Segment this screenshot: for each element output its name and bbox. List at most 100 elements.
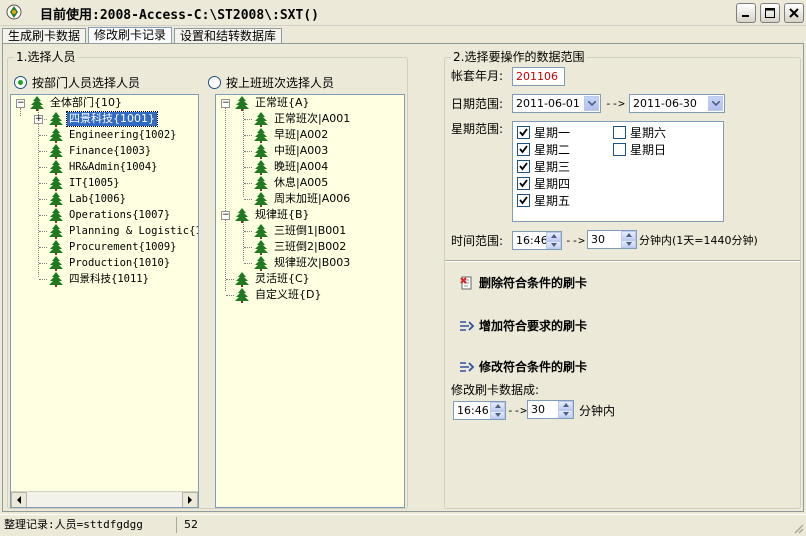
spin-down-button[interactable] (558, 409, 573, 418)
tree-node-shift[interactable]: 三班倒2|B002 (252, 239, 348, 255)
add-action-label: 增加符合要求的刷卡 (479, 319, 588, 333)
tab-settings-database[interactable]: 设置和结转数据库 (174, 28, 283, 44)
date-from-dropdown-button[interactable] (584, 96, 599, 111)
checkbox-thursday[interactable]: 星期四 (517, 175, 570, 192)
collapse-icon[interactable]: − (221, 211, 230, 220)
checkbox-sunday[interactable]: 星期日 (613, 141, 666, 158)
tree-node-shift-group[interactable]: 正常班{A} (233, 95, 312, 111)
tree-node-label: 晚班|A004 (274, 160, 329, 173)
expand-icon[interactable]: + (34, 115, 43, 124)
modify-record-icon (460, 361, 475, 372)
tree-node-shift-group[interactable]: 规律班{B} (233, 207, 312, 223)
tree-node-shift[interactable]: 早班|A002 (252, 127, 330, 143)
tree-node-icon (49, 192, 63, 207)
minutes-spinner[interactable]: 30 (587, 230, 637, 249)
checkbox-checked-icon (517, 126, 530, 139)
minutes-value: 30 (591, 233, 605, 246)
department-tree[interactable]: − 全体部门{10} + 四景科技{1001} Engineering{1002… (10, 94, 199, 508)
tree-node-dept[interactable]: Finance{1003} (47, 143, 153, 159)
tree-node-dept[interactable]: 四景科技{1001} (47, 111, 158, 127)
tree-node-shift[interactable]: 正常班次|A001 (252, 111, 352, 127)
spin-up-button[interactable] (621, 231, 636, 240)
checkbox-label: 星期五 (534, 194, 571, 208)
tree-node-shift[interactable]: 中班|A003 (252, 143, 330, 159)
status-divider (176, 517, 177, 533)
status-message: 整理记录:人员=sttdfgdgg (4, 518, 143, 531)
weekday-checklist[interactable]: 星期一 星期二 星期三 星期四 星期五 星期六 星期日 (512, 121, 724, 222)
minimize-button[interactable] (736, 3, 756, 23)
tree-node-shift[interactable]: 周末加班|A006 (252, 191, 352, 207)
tree-node-label: Production{1010} (69, 257, 171, 269)
chevron-down-icon (587, 101, 596, 106)
checkbox-saturday[interactable]: 星期六 (613, 124, 666, 141)
horizontal-scrollbar[interactable] (11, 491, 198, 507)
arrow-down-icon (562, 411, 569, 416)
scroll-right-button[interactable] (182, 492, 198, 507)
tree-node-icon (254, 192, 268, 207)
checkbox-friday[interactable]: 星期五 (517, 192, 570, 209)
checkbox-checked-icon (517, 177, 530, 190)
modify-time-arrow: --> (507, 404, 527, 417)
tab-generate-swipe-data[interactable]: 生成刷卡数据 (2, 28, 87, 44)
close-button[interactable] (784, 3, 804, 23)
tree-node-icon (235, 288, 249, 303)
time-start-spinner[interactable]: 16:46 (512, 231, 562, 250)
collapse-icon[interactable]: − (221, 99, 230, 108)
collapse-icon[interactable]: − (16, 99, 25, 108)
tree-node-dept[interactable]: Operations{1007} (47, 207, 172, 223)
tree-node-icon (49, 272, 63, 287)
tab-modify-swipe-records[interactable]: 修改刷卡记录 (88, 27, 173, 44)
resize-grip-icon[interactable] (792, 522, 804, 534)
tree-node-shift-group[interactable]: 自定义班{D} (233, 287, 323, 303)
tree-node-shift-group[interactable]: 灵活班{C} (233, 271, 312, 287)
tree-node-icon (49, 144, 63, 159)
modify-minutes-value: 30 (531, 403, 545, 416)
add-matching-swipes-button[interactable]: 增加符合要求的刷卡 (459, 317, 587, 334)
tree-node-shift[interactable]: 休息|A005 (252, 175, 330, 191)
tree-node-label: 灵活班{C} (255, 272, 310, 285)
spinner-buttons[interactable] (490, 402, 505, 419)
tree-node-dept[interactable]: Lab{1006} (47, 191, 128, 207)
delete-matching-swipes-button[interactable]: 删除符合条件的刷卡 (459, 274, 587, 291)
tree-node-dept[interactable]: Procurement{1009} (47, 239, 178, 255)
spinner-buttons[interactable] (621, 231, 636, 248)
checkbox-wednesday[interactable]: 星期三 (517, 158, 570, 175)
checkbox-tuesday[interactable]: 星期二 (517, 141, 570, 158)
checkbox-monday[interactable]: 星期一 (517, 124, 570, 141)
minimize-icon (742, 15, 749, 17)
tree-node-dept[interactable]: Production{1010} (47, 255, 172, 271)
checkbox-label: 星期六 (630, 126, 667, 140)
tree-node-label: 正常班次|A001 (274, 112, 351, 125)
tree-node-dept[interactable]: IT{1005} (47, 175, 122, 191)
account-month-label: 帐套年月: (451, 69, 504, 83)
spin-up-button[interactable] (558, 401, 573, 410)
date-to-picker[interactable]: 2011-06-30 (629, 94, 725, 113)
tree-node-shift[interactable]: 三班倒1|B001 (252, 223, 348, 239)
spin-down-button[interactable] (546, 240, 561, 249)
spin-down-button[interactable] (621, 239, 636, 248)
modify-time-spinner[interactable]: 16:46 (453, 401, 506, 420)
spinner-buttons[interactable] (558, 401, 573, 418)
tree-node-dept[interactable]: Planning & Logistic{10 (47, 223, 198, 239)
tree-node-label: 自定义班{D} (255, 288, 322, 301)
spin-down-button[interactable] (490, 410, 505, 419)
spinner-buttons[interactable] (546, 232, 561, 249)
radio-by-department[interactable]: 按部门人员选择人员 (14, 74, 140, 91)
tree-node-dept[interactable]: Engineering{1002} (47, 127, 178, 143)
tree-node-shift[interactable]: 规律班次|B003 (252, 255, 352, 271)
spin-up-button[interactable] (546, 232, 561, 241)
radio-by-shift[interactable]: 按上班班次选择人员 (208, 74, 334, 91)
shift-tree[interactable]: − 正常班{A} 正常班次|A001 早班|A002 中班|A003 晚班|A0… (215, 94, 405, 508)
date-from-picker[interactable]: 2011-06-01 (512, 94, 601, 113)
tree-node-dept[interactable]: 四景科技{1011} (47, 271, 151, 287)
modify-matching-swipes-button[interactable]: 修改符合条件的刷卡 (459, 358, 587, 375)
tree-node-dept[interactable]: HR&Admin{1004} (47, 159, 160, 175)
scroll-left-button[interactable] (11, 492, 27, 507)
maximize-button[interactable] (760, 3, 780, 23)
spin-up-button[interactable] (490, 402, 505, 411)
tree-node-dept[interactable]: 全体部门{10} (28, 95, 124, 111)
account-month-input[interactable]: 201106 (512, 67, 565, 86)
modify-minutes-spinner[interactable]: 30 (527, 400, 574, 419)
date-to-dropdown-button[interactable] (708, 96, 723, 111)
tree-node-shift[interactable]: 晚班|A004 (252, 159, 330, 175)
